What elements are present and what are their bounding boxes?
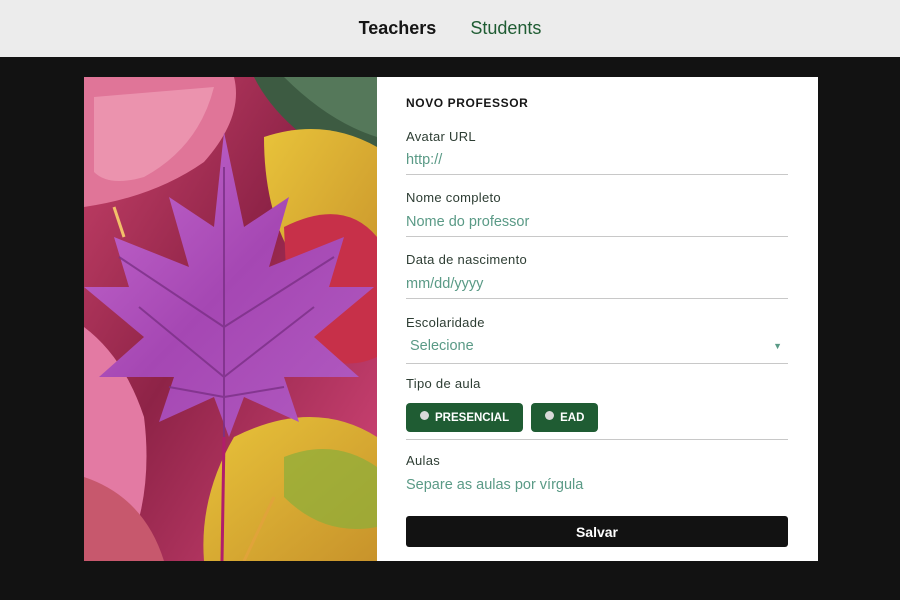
class-type-divider [406, 439, 788, 440]
class-type-presencial-label: PRESENCIAL [435, 411, 510, 424]
form-title: NOVO PROFESSOR [406, 96, 529, 110]
caret-down-icon: ▼ [773, 341, 782, 351]
new-teacher-form: NOVO PROFESSOR Avatar URL Nome completo … [406, 77, 788, 561]
save-button[interactable]: Salvar [406, 516, 788, 547]
lessons-label: Aulas [406, 453, 441, 468]
lessons-input[interactable] [406, 476, 788, 500]
birth-date-input[interactable] [406, 275, 788, 299]
new-teacher-card: NOVO PROFESSOR Avatar URL Nome completo … [84, 77, 818, 561]
class-type-label: Tipo de aula [406, 376, 481, 391]
radio-unchecked-icon [545, 410, 555, 420]
education-select[interactable]: Selecione ▼ [406, 338, 788, 364]
class-type-ead-button[interactable]: EAD [531, 403, 599, 432]
education-label: Escolaridade [406, 315, 485, 330]
class-type-ead-label: EAD [560, 411, 585, 424]
education-select-value: Selecione [410, 338, 474, 354]
avatar-url-input[interactable] [406, 151, 788, 175]
nav-students-link[interactable]: Students [470, 18, 541, 39]
birth-date-label: Data de nascimento [406, 252, 528, 267]
nav-teachers-link[interactable]: Teachers [359, 18, 437, 39]
class-type-presencial-button[interactable]: PRESENCIAL [406, 403, 524, 432]
full-name-input[interactable] [406, 213, 788, 237]
radio-unchecked-icon [420, 410, 429, 420]
avatar-url-label: Avatar URL [406, 129, 476, 144]
autumn-leaves-photo [84, 77, 377, 561]
top-navigation: Teachers Students [0, 0, 900, 57]
class-type-options: PRESENCIAL EAD [406, 403, 599, 432]
full-name-label: Nome completo [406, 190, 501, 205]
